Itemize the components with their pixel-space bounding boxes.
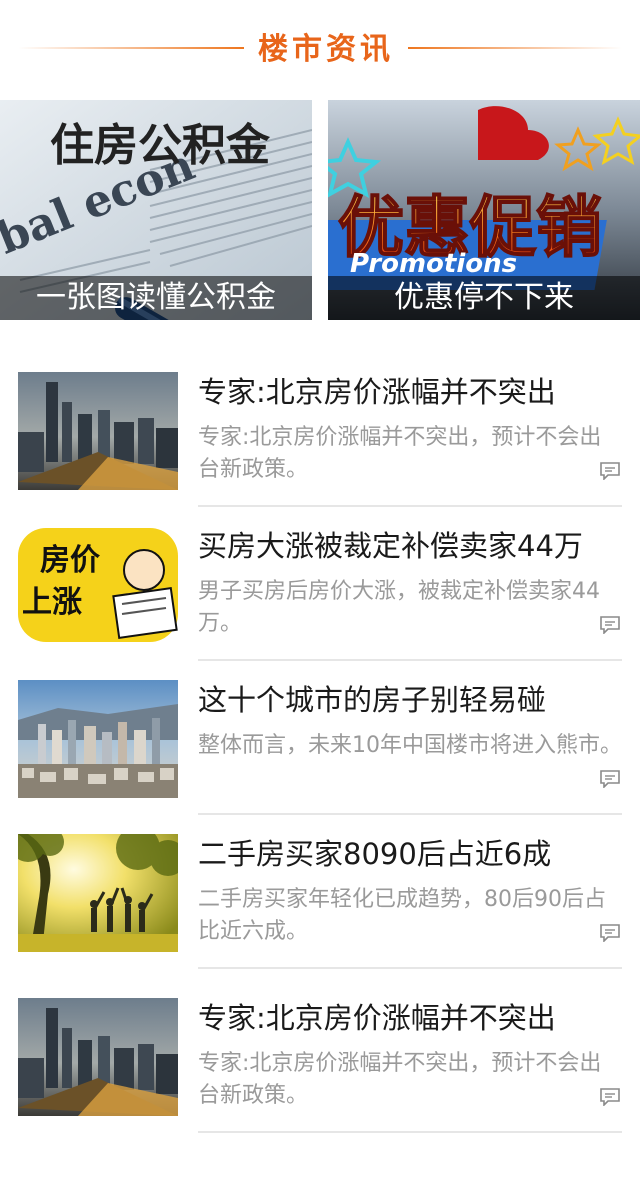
banner-promotions[interactable]: 优惠促销 Promotions 优惠停不下来	[328, 100, 640, 320]
comment-icon[interactable]	[600, 1088, 620, 1106]
comment-icon[interactable]	[600, 924, 620, 942]
section-title: 楼市资讯	[258, 32, 394, 67]
news-title: 二手房买家8090后占近6成	[198, 837, 552, 871]
news-title: 专家:北京房价涨幅并不突出	[198, 375, 556, 409]
news-thumbnail-text-price: 房价	[40, 543, 100, 578]
banner-caption: 优惠停不下来	[328, 276, 640, 320]
list-divider	[198, 505, 622, 507]
list-divider	[198, 1131, 622, 1133]
list-divider	[198, 813, 622, 815]
banner-promotions-overlay-text: Promotions	[350, 249, 517, 279]
news-thumbnail	[18, 680, 178, 798]
news-item[interactable]: 房价 上涨 买房大涨被裁定补偿卖家44万 男子买房后房价大涨，被裁定补偿卖家44…	[0, 526, 640, 680]
news-title: 专家:北京房价涨幅并不突出	[198, 1001, 556, 1035]
banner-housing-fund[interactable]: bal econ 住房公积金 一张图读懂公积金	[0, 100, 312, 320]
news-summary: 二手房买家年轻化已成趋势，80后90后占比近六成。	[198, 887, 606, 944]
comment-icon[interactable]	[600, 462, 620, 480]
news-item[interactable]: 专家:北京房价涨幅并不突出 专家:北京房价涨幅并不突出，预计不会出台新政策。	[0, 998, 640, 1152]
news-thumbnail-text-rise: 上涨	[22, 585, 82, 620]
header-divider-right	[408, 47, 622, 49]
news-thumbnail	[18, 998, 178, 1116]
news-thumbnail	[18, 834, 178, 952]
news-summary: 男子买房后房价大涨，被裁定补偿卖家44万。	[198, 579, 600, 636]
news-item[interactable]: 二手房买家8090后占近6成 二手房买家年轻化已成趋势，80后90后占比近六成。	[0, 834, 640, 988]
news-summary: 专家:北京房价涨幅并不突出，预计不会出台新政策。	[198, 425, 602, 482]
news-thumbnail	[18, 372, 178, 490]
banner-housing-fund-heading: 住房公积金	[50, 120, 271, 171]
comment-icon[interactable]	[600, 616, 620, 634]
news-title: 这十个城市的房子别轻易碰	[198, 683, 547, 717]
news-thumbnail: 房价 上涨	[18, 526, 178, 644]
news-item[interactable]: 这十个城市的房子别轻易碰 整体而言，未来10年中国楼市将进入熊市。	[0, 680, 640, 834]
banner-caption: 一张图读懂公积金	[0, 276, 312, 320]
header-divider-left	[18, 47, 244, 49]
news-title: 买房大涨被裁定补偿卖家44万	[198, 529, 583, 563]
list-divider	[198, 967, 622, 969]
news-summary: 专家:北京房价涨幅并不突出，预计不会出台新政策。	[198, 1051, 602, 1108]
comment-icon[interactable]	[600, 770, 620, 788]
list-divider	[198, 659, 622, 661]
news-summary: 整体而言，未来10年中国楼市将进入熊市。	[198, 733, 622, 758]
section-header: 楼市资讯	[0, 0, 640, 96]
news-item[interactable]: 专家:北京房价涨幅并不突出 专家:北京房价涨幅并不突出，预计不会出台新政策。	[0, 372, 640, 526]
